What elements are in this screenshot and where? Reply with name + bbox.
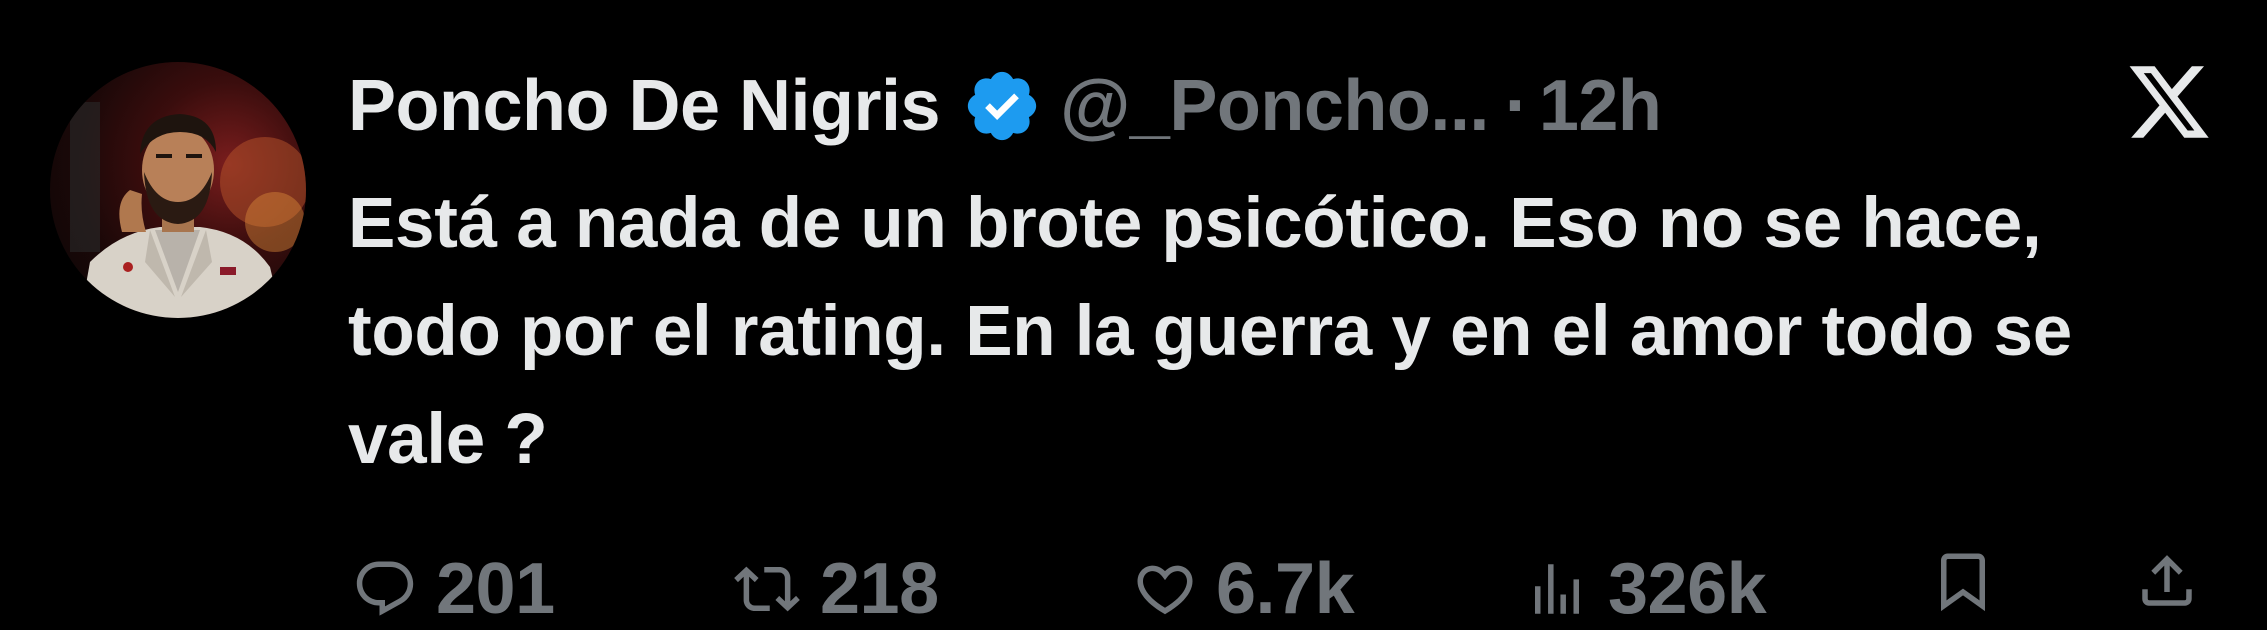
avatar[interactable]: [50, 62, 306, 318]
share-icon: [2142, 555, 2192, 606]
bookmark-icon: [1941, 553, 1985, 612]
views-button[interactable]: 326k: [1524, 548, 1767, 630]
reply-icon: [356, 561, 414, 616]
reply-button[interactable]: 201: [352, 548, 555, 630]
like-count: 6.7k: [1216, 549, 1355, 629]
repost-icon: [734, 566, 800, 612]
tweet-header: Poncho De Nigris @_Poncho... · 12h: [348, 58, 1662, 154]
avatar-image: [70, 102, 306, 318]
views-icon: [1535, 564, 1579, 614]
repost-count: 218: [820, 549, 939, 629]
separator-dot: ·: [1504, 66, 1529, 146]
bookmark-button[interactable]: [1930, 548, 1996, 614]
like-button[interactable]: 6.7k: [1132, 548, 1355, 630]
author-handle[interactable]: @_Poncho...: [1060, 65, 1489, 147]
x-logo-icon: [2129, 66, 2209, 138]
timestamp[interactable]: 12h: [1539, 65, 1662, 147]
reply-count: 201: [436, 549, 555, 629]
display-name[interactable]: Poncho De Nigris: [348, 65, 941, 147]
action-bar: 201 218 6.7k 326k: [352, 548, 2222, 630]
tweet-text: Está a nada de un brote psicótico. Eso n…: [348, 184, 2072, 479]
tweet-card[interactable]: Poncho De Nigris @_Poncho... · 12h Está …: [0, 0, 2267, 629]
share-button[interactable]: [2134, 548, 2200, 614]
heart-icon: [1137, 565, 1193, 615]
repost-button[interactable]: 218: [732, 548, 939, 630]
verified-badge-icon: [962, 66, 1042, 146]
views-count: 326k: [1608, 549, 1767, 629]
